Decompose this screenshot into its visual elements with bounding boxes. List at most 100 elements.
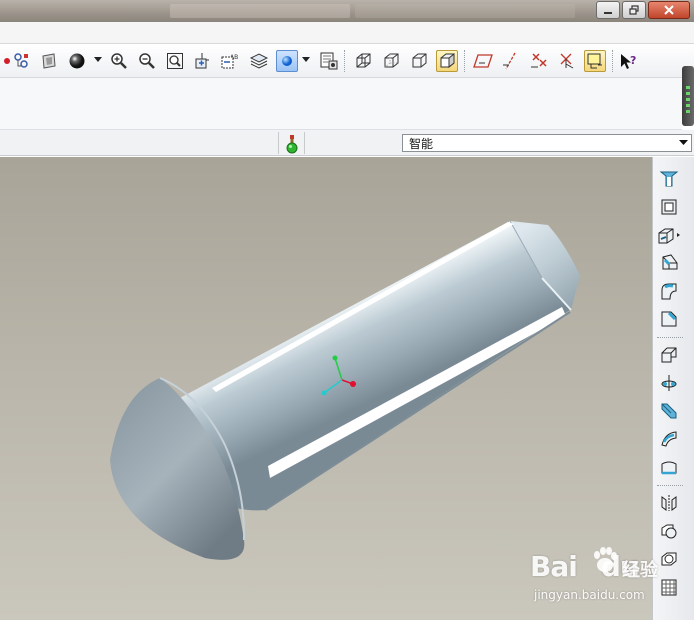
annotations-icon [587,53,602,69]
revolve-icon [661,375,677,391]
shading-icon [440,52,455,69]
title-text-blurred [170,4,350,18]
traffic-light-icon [286,135,298,154]
indicator-led [686,92,690,95]
chamfer-icon [661,311,677,327]
chevron-down-icon [302,57,310,62]
annotations-button[interactable] [584,50,606,72]
chamfer-button[interactable] [657,307,681,331]
shading-sphere-button[interactable] [66,50,88,72]
variable-sweep-button[interactable] [657,399,681,423]
minimize-icon [604,12,612,14]
rib-button[interactable] [657,223,681,247]
round-icon [661,283,677,300]
title-path-blurred [355,4,575,18]
layers-icon [250,53,268,69]
graphics-viewport[interactable] [0,157,652,620]
model-tree-icon [14,53,28,68]
round-button[interactable] [657,279,681,303]
shading-sphere-icon [69,53,85,69]
shell-icon [661,199,677,215]
spin-center-icon [282,56,292,66]
indicator-led [686,110,690,113]
trim-button[interactable] [657,547,681,571]
revolve-button[interactable] [657,371,681,395]
hidden-line-button[interactable] [380,50,402,72]
datum-axes-button[interactable] [500,50,522,72]
saved-views-button[interactable]: AB [220,50,242,72]
saved-views-icon: AB [221,54,238,69]
zoom-in-icon [111,53,127,69]
chevron-down-icon [94,57,102,62]
zoom-in-button[interactable] [108,50,130,72]
zoom-out-icon [139,53,155,69]
draft-icon [662,254,678,270]
spin-center-button[interactable] [276,50,298,72]
view-manager-button[interactable] [318,50,340,72]
hole-button[interactable] [657,167,681,191]
feature-toolbar [652,157,694,620]
mirror-button[interactable] [657,491,681,515]
status-cell [304,132,400,154]
hidden-line-icon [384,53,399,68]
pattern-icon [661,579,677,596]
datum-planes-button[interactable] [472,50,494,72]
toolbar-scroll-handle[interactable] [682,66,694,126]
close-button[interactable] [648,1,690,19]
blend-icon [661,431,677,447]
zoom-out-button[interactable] [136,50,158,72]
shading-button[interactable] [436,50,458,72]
status-filter-bar: 智能 [0,130,694,156]
toolbar-separator [464,50,465,72]
variable-sweep-icon [661,403,677,419]
datum-points-icon [531,53,547,68]
selection-filter-select[interactable]: 智能 [402,134,692,152]
pattern-button[interactable] [657,575,681,599]
boundary-icon [661,461,677,475]
datum-axes-icon [503,52,516,70]
toolbar-separator [657,337,683,338]
coordinate-systems-button[interactable] [556,50,578,72]
select-arrow[interactable] [675,135,691,151]
selection-filter-value: 智能 [409,136,434,151]
context-help-button[interactable]: ? [618,50,640,72]
model-tree-button[interactable] [10,50,32,72]
reorient-button[interactable] [192,50,214,72]
restore-button[interactable] [622,1,646,19]
shading-dropdown-arrow[interactable] [94,56,102,64]
menu-strip [0,22,694,44]
rib-icon [658,228,680,244]
rivet-model[interactable] [0,157,652,620]
indicator-led [686,86,690,89]
layers-button[interactable] [248,50,270,72]
toolbar-separator [612,50,613,72]
draft-button[interactable] [657,251,681,275]
extrude-icon [661,347,677,363]
indicator-led [686,104,690,107]
boundary-button[interactable] [657,455,681,479]
no-hidden-icon [412,53,427,68]
datum-points-button[interactable] [528,50,550,72]
rivet-shaft [180,221,570,511]
toolbar-separator [344,50,345,72]
extrude-button[interactable] [657,343,681,367]
appearance-button[interactable] [38,50,60,72]
blend-button[interactable] [657,427,681,451]
regeneration-status-icon[interactable] [285,134,299,158]
merge-icon [661,524,677,539]
title-bar [0,0,694,22]
wireframe-button[interactable] [352,50,374,72]
hole-icon [659,171,679,187]
minimize-button[interactable] [596,1,620,19]
no-hidden-button[interactable] [408,50,430,72]
window-controls [596,1,690,19]
merge-button[interactable] [657,519,681,543]
datum-planes-icon [473,54,493,68]
shell-button[interactable] [657,195,681,219]
dashboard-area [0,78,682,130]
refit-button[interactable] [164,50,186,72]
spin-center-dropdown-arrow[interactable] [302,56,310,64]
cad-application-window: AB ? 智能 Bai du 经验 jingyan.baidu.com [0,0,694,620]
context-help-icon: ? [621,54,636,69]
trim-icon [661,552,677,566]
